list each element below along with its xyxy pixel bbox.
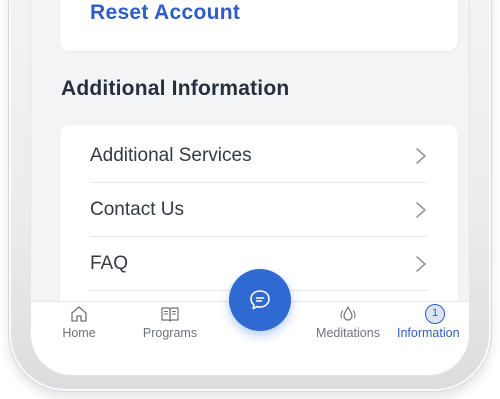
chat-button[interactable]: [229, 269, 291, 331]
chevron-right-icon: [416, 255, 426, 272]
home-icon: [71, 306, 87, 322]
chevron-right-icon: [416, 201, 426, 218]
nav-programs[interactable]: Programs: [137, 304, 203, 340]
nav-programs-label: Programs: [142, 326, 198, 340]
information-badge-icon: 1: [425, 304, 445, 324]
section-title: Additional Information: [61, 77, 290, 100]
reset-account-link[interactable]: Reset Account: [90, 1, 240, 25]
nav-information-label: Information: [397, 326, 460, 340]
nav-meditations-label: Meditations: [316, 326, 380, 340]
book-icon: [161, 307, 179, 322]
list-item-contact-us[interactable]: Contact Us: [90, 183, 428, 237]
phone-screen: Reset Account Additional Information Add…: [30, 0, 470, 376]
list-item-label: Additional Services: [90, 144, 252, 166]
chevron-right-icon: [416, 147, 426, 164]
nav-home-label: Home: [62, 326, 96, 340]
list-item-label: Contact Us: [90, 198, 184, 220]
list-item-label: FAQ: [90, 252, 129, 274]
nav-information[interactable]: 1 Information: [397, 304, 469, 340]
nav-home[interactable]: Home: [53, 304, 105, 340]
list-item-additional-services[interactable]: Additional Services: [90, 129, 428, 183]
nav-meditations[interactable]: Meditations: [307, 304, 389, 340]
account-card: Reset Account: [60, 0, 458, 51]
chat-bubble-icon: [250, 290, 270, 310]
drop-icon: [340, 306, 356, 321]
